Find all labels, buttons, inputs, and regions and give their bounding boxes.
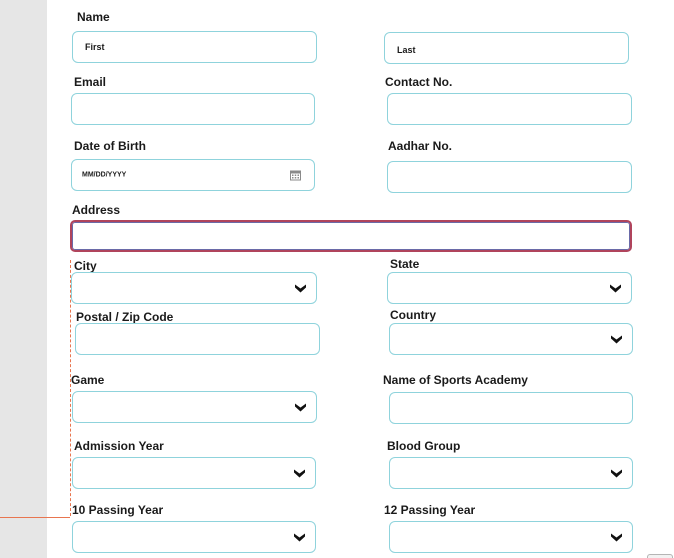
country-select[interactable] [389, 323, 633, 355]
blood-group-select[interactable] [389, 457, 633, 489]
passing-10-select[interactable] [72, 521, 316, 553]
passing-12-select[interactable] [389, 521, 633, 553]
passing-12-label: 12 Passing Year [384, 503, 476, 517]
first-name-placeholder: First [85, 42, 105, 52]
chevron-down-icon [295, 403, 306, 412]
left-margin-strip [0, 0, 47, 558]
first-name-input[interactable]: First [72, 31, 317, 63]
city-select[interactable] [71, 272, 317, 304]
chevron-down-icon [295, 284, 306, 293]
admission-year-label: Admission Year [74, 439, 164, 453]
chevron-down-icon [294, 533, 305, 542]
state-label: State [390, 257, 420, 271]
contact-input[interactable] [387, 93, 632, 125]
layout-guide-horizontal [0, 517, 70, 518]
blood-group-label: Blood Group [387, 439, 461, 453]
country-label: Country [390, 308, 436, 322]
game-label: Game [71, 373, 105, 387]
last-name-placeholder: Last [397, 44, 416, 55]
last-name-input[interactable]: Last [384, 32, 629, 64]
dob-placeholder: MM/DD/YYYY [82, 171, 127, 179]
academy-input[interactable] [389, 392, 633, 424]
chevron-down-icon [294, 469, 305, 478]
game-select[interactable] [72, 391, 317, 423]
email-label: Email [74, 75, 107, 89]
calendar-icon[interactable] [290, 170, 301, 181]
state-select[interactable] [387, 272, 632, 304]
postal-label: Postal / Zip Code [76, 310, 174, 324]
contact-label: Contact No. [385, 75, 453, 89]
chevron-down-icon [610, 284, 621, 293]
dob-label: Date of Birth [74, 139, 146, 153]
chevron-down-icon [611, 533, 622, 542]
address-label: Address [72, 203, 121, 217]
aadhar-label: Aadhar No. [388, 139, 453, 153]
passing-10-label: 10 Passing Year [72, 503, 164, 517]
admission-year-select[interactable] [72, 457, 316, 489]
aadhar-input[interactable] [387, 161, 632, 193]
email-input[interactable] [71, 93, 315, 125]
chevron-down-icon [611, 469, 622, 478]
corner-scroll-button[interactable] [647, 554, 673, 558]
academy-label: Name of Sports Academy [383, 373, 528, 387]
address-input[interactable] [70, 220, 632, 252]
postal-input[interactable] [75, 323, 320, 355]
chevron-down-icon [611, 335, 622, 344]
dob-input[interactable]: MM/DD/YYYY [71, 159, 315, 191]
city-label: City [74, 259, 97, 273]
name-label: Name [77, 10, 110, 24]
